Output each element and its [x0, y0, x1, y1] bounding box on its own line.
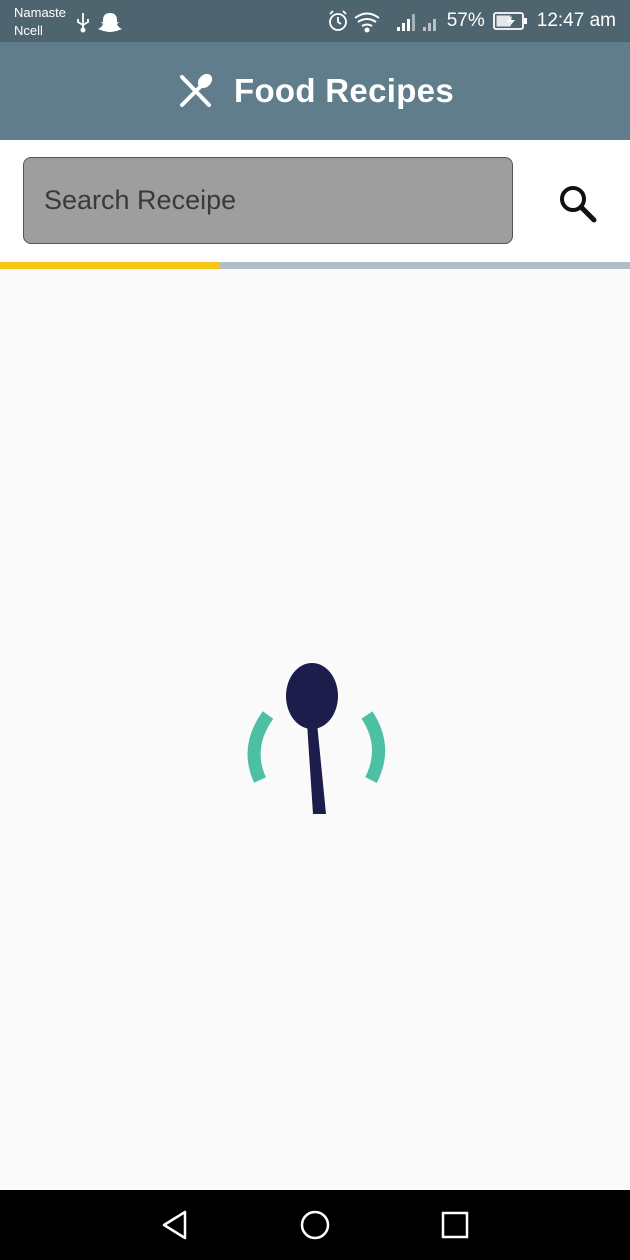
battery-percent: 57%: [446, 10, 485, 31]
carrier-name: Namaste Ncell: [14, 4, 66, 40]
clock: 12:47 am: [536, 10, 616, 31]
alarm-icon: [328, 10, 347, 31]
recents-icon: [441, 1211, 469, 1239]
home-button[interactable]: [294, 1204, 336, 1246]
carrier-line-1: Namaste: [14, 5, 67, 20]
back-button[interactable]: [154, 1204, 196, 1246]
loading-indicator: [240, 655, 390, 825]
spoon-icon: [286, 663, 338, 814]
search-bar: [0, 140, 630, 262]
status-icons-right: 57% 12:47 am: [327, 8, 616, 34]
search-input[interactable]: [23, 157, 513, 244]
back-icon: [162, 1210, 187, 1240]
progress-fill: [0, 262, 219, 269]
carrier-line-2: Ncell: [14, 23, 43, 38]
search-icon: [560, 186, 597, 223]
signal-icon: [396, 14, 415, 31]
usb-icon: [77, 13, 89, 33]
search-button[interactable]: [550, 176, 606, 232]
snapchat-icon: [98, 13, 122, 32]
loading-progress-bar: [0, 262, 630, 269]
app-bar: Food Recipes: [0, 42, 630, 140]
battery-icon: [492, 12, 527, 30]
loader-arc-right: [361, 711, 386, 783]
signal-icon-2: [422, 19, 436, 31]
app-title: Food Recipes: [234, 72, 454, 109]
wifi-icon: [354, 12, 380, 33]
status-icons-left: [74, 11, 124, 38]
loader-arc-left: [247, 711, 274, 783]
status-bar: Namaste Ncell 57% 12:47 am: [0, 0, 630, 42]
recents-button[interactable]: [434, 1204, 476, 1246]
system-nav-bar: [0, 1190, 630, 1260]
utensils-icon: [180, 73, 213, 107]
home-icon: [300, 1210, 330, 1240]
